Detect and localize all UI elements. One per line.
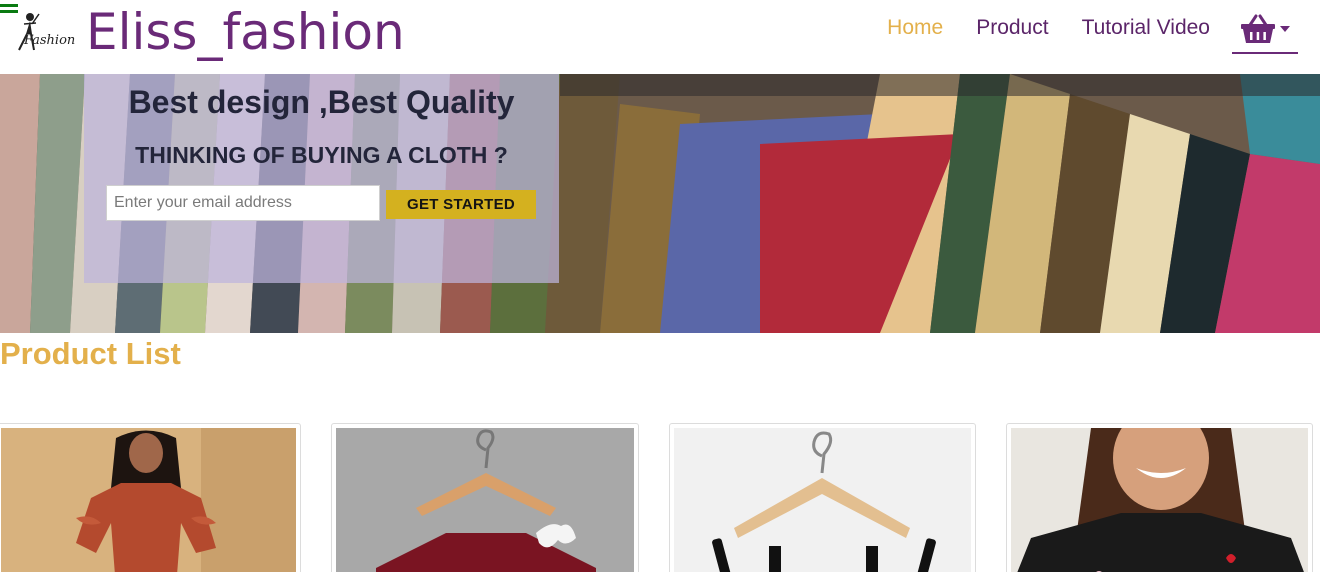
- get-started-button[interactable]: GET STARTED: [386, 190, 536, 219]
- logo-icon[interactable]: Fashion: [10, 10, 78, 56]
- product-image[interactable]: [1, 428, 296, 572]
- hero-banner: Best design ,Best Quality THINKING OF BU…: [0, 74, 1320, 333]
- brand-title[interactable]: Eliss_fashion: [86, 4, 405, 60]
- nav-product-link[interactable]: Product: [976, 16, 1048, 40]
- product-list-heading: Product List: [0, 336, 181, 371]
- product-image[interactable]: [1011, 428, 1308, 572]
- product-card[interactable]: [669, 423, 976, 572]
- hero-subtitle: THINKING OF BUYING A CLOTH ?: [135, 142, 508, 168]
- product-image[interactable]: [336, 428, 634, 572]
- email-input[interactable]: [106, 185, 380, 221]
- chevron-down-icon: [1280, 26, 1290, 32]
- hero-title: Best design ,Best Quality: [128, 84, 515, 120]
- product-image[interactable]: [674, 428, 971, 572]
- nav-tutorial-video-link[interactable]: Tutorial Video: [1082, 16, 1210, 40]
- hero-overlay-box: Best design ,Best Quality THINKING OF BU…: [84, 74, 559, 283]
- cart-dropdown-button[interactable]: [1232, 6, 1298, 54]
- logo-text: Fashion: [23, 33, 75, 48]
- product-card[interactable]: [0, 423, 301, 572]
- shopping-basket-icon: [1241, 14, 1275, 43]
- nav-links: Home Product Tutorial Video: [854, 4, 1298, 54]
- navbar: Fashion Eliss_fashion Home Product Tutor…: [0, 0, 1320, 74]
- nav-home-link[interactable]: Home: [887, 16, 943, 40]
- product-card[interactable]: [1006, 423, 1313, 572]
- product-card[interactable]: [331, 423, 639, 572]
